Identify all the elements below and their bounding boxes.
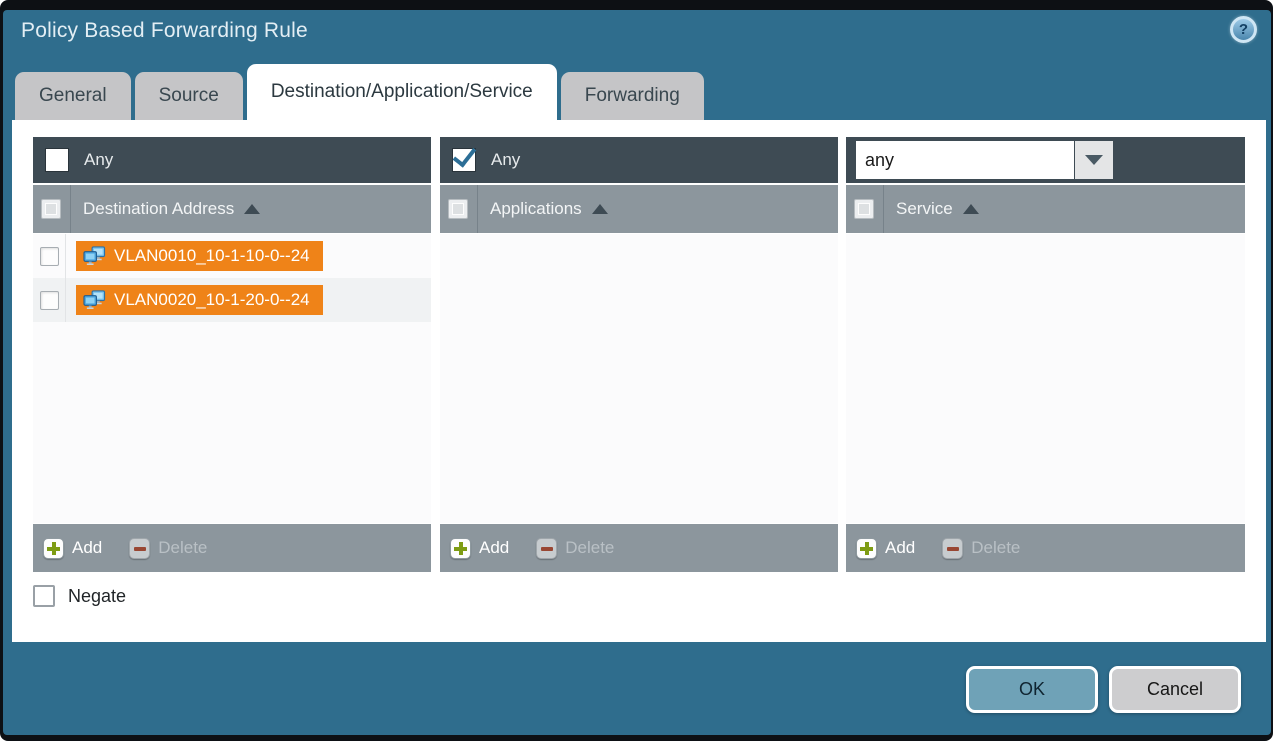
destination-footer: Add Delete [33, 524, 431, 572]
service-header-label[interactable]: Service [896, 199, 953, 219]
applications-header-label[interactable]: Applications [490, 199, 582, 219]
service-dropdown-button[interactable] [1075, 141, 1113, 179]
row-checkbox-cell [33, 234, 66, 278]
service-column: Service Add Delete [846, 137, 1245, 572]
add-destination-button[interactable]: Add [43, 538, 102, 559]
delete-icon [536, 538, 557, 559]
address-tag-label: VLAN0020_10-1-20-0--24 [114, 290, 310, 310]
delete-icon [942, 538, 963, 559]
add-service-button[interactable]: Add [856, 538, 915, 559]
applications-footer: Add Delete [440, 524, 838, 572]
negate-checkbox[interactable] [33, 585, 55, 607]
address-tag[interactable]: VLAN0020_10-1-20-0--24 [76, 285, 323, 315]
delete-application-button[interactable]: Delete [536, 538, 614, 559]
add-icon [856, 538, 877, 559]
destination-select-all-checkbox[interactable] [41, 199, 61, 219]
destination-address-list: VLAN0010_10-1-10-0--24 VLAN0020_10-1-20-… [33, 234, 431, 523]
tab-forwarding[interactable]: Forwarding [561, 72, 704, 120]
delete-service-button[interactable]: Delete [942, 538, 1020, 559]
destination-column-header: Destination Address [33, 185, 431, 233]
header-divider [883, 185, 884, 233]
table-row[interactable]: VLAN0010_10-1-10-0--24 [33, 234, 431, 278]
applications-column: Any Applications Add Delete [440, 137, 838, 572]
service-select-bar [846, 137, 1245, 183]
tab-destination-application-service[interactable]: Destination/Application/Service [247, 64, 557, 120]
destination-address-column: Any Destination Address VLAN0010_10-1-1 [33, 137, 431, 572]
add-icon [450, 538, 471, 559]
applications-any-checkbox[interactable] [452, 148, 476, 172]
address-tag[interactable]: VLAN0010_10-1-10-0--24 [76, 241, 323, 271]
service-column-header: Service [846, 185, 1245, 233]
row-checkbox[interactable] [40, 247, 59, 266]
address-tag-label: VLAN0010_10-1-10-0--24 [114, 246, 310, 266]
service-footer: Add Delete [846, 524, 1245, 572]
table-row[interactable]: VLAN0020_10-1-20-0--24 [33, 278, 431, 322]
service-select-all-checkbox[interactable] [854, 199, 874, 219]
service-select-input[interactable] [856, 141, 1074, 179]
add-application-button[interactable]: Add [450, 538, 509, 559]
sort-asc-icon[interactable] [592, 204, 608, 214]
service-list [846, 234, 1245, 523]
destination-any-label: Any [84, 150, 113, 170]
tab-general[interactable]: General [15, 72, 131, 120]
applications-list [440, 234, 838, 523]
tab-source[interactable]: Source [135, 72, 243, 120]
add-icon [43, 538, 64, 559]
network-computers-icon [82, 290, 107, 311]
cancel-button[interactable]: Cancel [1109, 666, 1241, 713]
page-title: Policy Based Forwarding Rule [21, 19, 308, 43]
negate-label: Negate [68, 586, 126, 607]
network-computers-icon [82, 246, 107, 267]
header-divider [477, 185, 478, 233]
applications-column-header: Applications [440, 185, 838, 233]
negate-option[interactable]: Negate [33, 585, 126, 607]
applications-any-bar: Any [440, 137, 838, 183]
chevron-down-icon [1085, 155, 1103, 165]
row-checkbox[interactable] [40, 291, 59, 310]
tab-bar: General Source Destination/Application/S… [15, 64, 704, 120]
ok-button[interactable]: OK [966, 666, 1098, 713]
sort-asc-icon[interactable] [244, 204, 260, 214]
service-combo [856, 141, 1113, 179]
destination-any-checkbox[interactable] [45, 148, 69, 172]
help-icon[interactable]: ? [1230, 16, 1257, 43]
delete-icon [129, 538, 150, 559]
applications-select-all-checkbox[interactable] [448, 199, 468, 219]
applications-any-label: Any [491, 150, 520, 170]
destination-any-bar: Any [33, 137, 431, 183]
sort-asc-icon[interactable] [963, 204, 979, 214]
policy-forwarding-dialog: Policy Based Forwarding Rule ? General S… [0, 0, 1273, 741]
destination-header-label[interactable]: Destination Address [83, 199, 234, 219]
row-checkbox-cell [33, 278, 66, 322]
delete-destination-button[interactable]: Delete [129, 538, 207, 559]
header-divider [70, 185, 71, 233]
